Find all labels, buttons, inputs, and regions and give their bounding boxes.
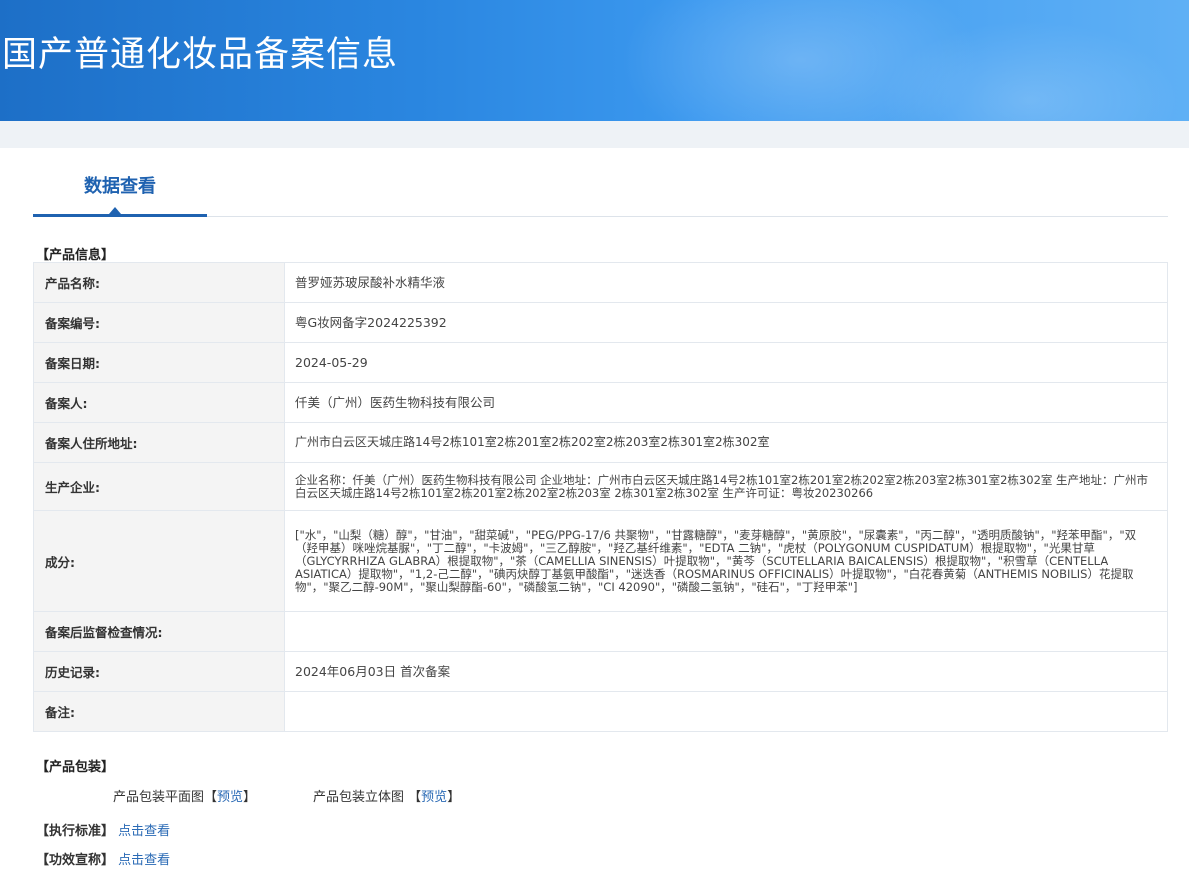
packaging-solid-item: 产品包装立体图 【预览】 xyxy=(313,786,460,805)
product-info-table: 产品名称: 普罗娅苏玻尿酸补水精华液 备案编号: 粤G妆网备字202422539… xyxy=(33,262,1168,732)
table-row: 产品名称: 普罗娅苏玻尿酸补水精华液 xyxy=(33,262,1168,303)
field-label: 备案人住所地址: xyxy=(33,422,285,463)
packaging-heading: 【产品包装】 xyxy=(36,760,115,775)
table-row: 备案人: 仟美（广州）医药生物科技有限公司 xyxy=(33,382,1168,423)
table-row: 备案后监督检查情况: xyxy=(33,611,1168,652)
field-value-filing-date: 2024-05-29 xyxy=(284,342,1168,383)
field-label: 备案人: xyxy=(33,382,285,423)
field-value-supervision xyxy=(284,611,1168,652)
field-value-remarks xyxy=(284,691,1168,732)
field-value-history: 2024年06月03日 首次备案 xyxy=(284,651,1168,692)
standard-row: 【执行标准】 点击查看 xyxy=(36,820,170,839)
table-row: 历史记录: 2024年06月03日 首次备案 xyxy=(33,651,1168,692)
efficacy-view-link[interactable]: 点击查看 xyxy=(118,853,170,868)
table-row: 成分: ["水"，"山梨（糖）醇"，"甘油"，"甜菜碱"，"PEG/PPG-17… xyxy=(33,510,1168,612)
active-tab-caret xyxy=(109,207,121,214)
field-label: 历史记录: xyxy=(33,651,285,692)
table-row: 备注: xyxy=(33,691,1168,732)
product-info-heading: 【产品信息】 xyxy=(36,248,115,263)
field-value-filing-number: 粤G妆网备字2024225392 xyxy=(284,302,1168,343)
bracket-open: 【 xyxy=(204,790,218,805)
field-value-manufacturer: 企业名称：仟美（广州）医药生物科技有限公司 企业地址：广州市白云区天城庄路14号… xyxy=(284,462,1168,511)
field-label: 备案后监督检查情况: xyxy=(33,611,285,652)
efficacy-row: 【功效宣称】 点击查看 xyxy=(36,849,170,868)
field-label: 产品名称: xyxy=(33,262,285,303)
field-value-filer-address: 广州市白云区天城庄路14号2栋101室2栋201室2栋202室2栋203室2栋3… xyxy=(284,422,1168,463)
field-label: 备注: xyxy=(33,691,285,732)
field-label: 生产企业: xyxy=(33,462,285,511)
header-banner: 国产普通化妆品备案信息 xyxy=(0,0,1189,121)
packaging-flat-label: 产品包装平面图 xyxy=(113,790,205,805)
table-row: 备案编号: 粤G妆网备字2024225392 xyxy=(33,302,1168,343)
active-tab-underline xyxy=(33,214,207,217)
packaging-solid-label: 产品包装立体图 xyxy=(313,790,405,805)
field-label: 备案编号: xyxy=(33,302,285,343)
bracket-open: 【 xyxy=(408,790,422,805)
table-row: 备案人住所地址: 广州市白云区天城庄路14号2栋101室2栋201室2栋202室… xyxy=(33,422,1168,463)
table-row: 备案日期: 2024-05-29 xyxy=(33,342,1168,383)
table-row: 生产企业: 企业名称：仟美（广州）医药生物科技有限公司 企业地址：广州市白云区天… xyxy=(33,462,1168,511)
field-value-filer: 仟美（广州）医药生物科技有限公司 xyxy=(284,382,1168,423)
preview-solid-link[interactable]: 预览 xyxy=(421,790,447,805)
page-title: 国产普通化妆品备案信息 xyxy=(2,35,399,75)
field-value-product-name: 普罗娅苏玻尿酸补水精华液 xyxy=(284,262,1168,303)
field-label: 成分: xyxy=(33,510,285,612)
header-divider-band xyxy=(0,121,1189,148)
preview-flat-link[interactable]: 预览 xyxy=(217,790,243,805)
bracket-close: 】 xyxy=(447,790,461,805)
field-label: 备案日期: xyxy=(33,342,285,383)
bracket-close: 】 xyxy=(243,790,257,805)
standard-view-link[interactable]: 点击查看 xyxy=(118,824,170,839)
standard-label: 【执行标准】 xyxy=(36,824,115,839)
efficacy-label: 【功效宣称】 xyxy=(36,853,115,868)
packaging-flat-item: 产品包装平面图【预览】 xyxy=(113,786,256,805)
field-value-ingredients: ["水"，"山梨（糖）醇"，"甘油"，"甜菜碱"，"PEG/PPG-17/6 共… xyxy=(284,510,1168,612)
